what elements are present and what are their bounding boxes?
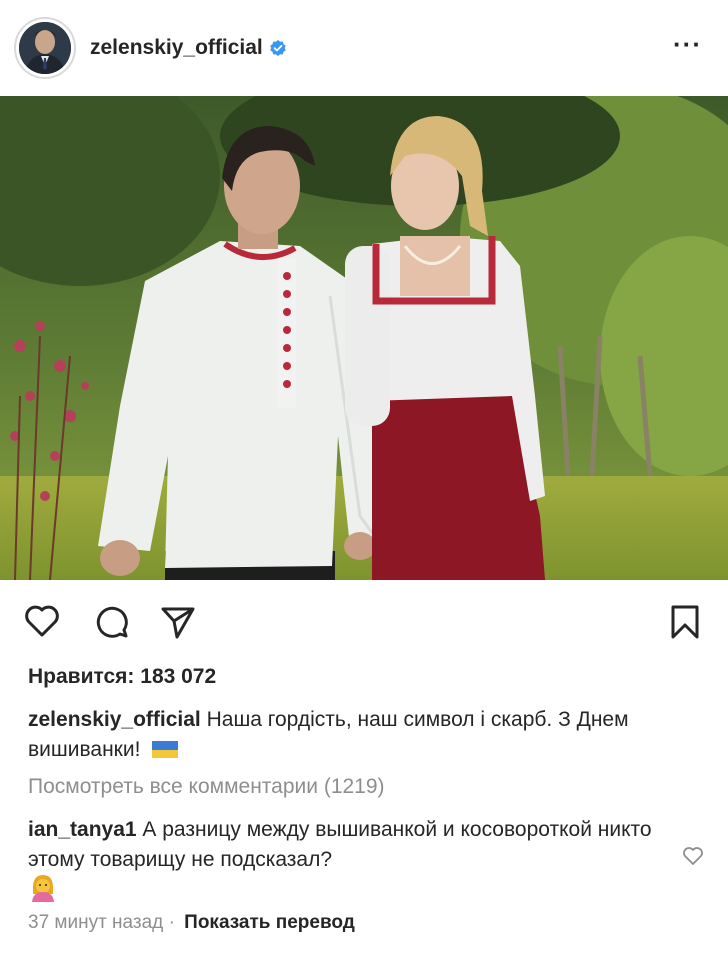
separator: · — [168, 912, 175, 933]
show-translation-link[interactable]: Показать перевод — [184, 912, 355, 933]
comment-button[interactable] — [94, 604, 130, 645]
avatar-ring[interactable] — [14, 17, 76, 79]
comment-meta: 37 минут назад · Показать перевод — [28, 912, 355, 934]
username[interactable]: zelenskiy_official — [90, 36, 263, 60]
like-button[interactable] — [24, 604, 60, 643]
bookmark-icon — [671, 605, 699, 639]
timestamp: 37 минут назад — [28, 912, 164, 933]
comment-username[interactable]: ian_tanya1 — [28, 818, 137, 841]
avatar[interactable] — [19, 22, 71, 74]
post-photo[interactable] — [0, 96, 728, 580]
view-all-comments-link[interactable]: Посмотреть все комментарии (1219) — [28, 775, 385, 799]
woman-tipping-hand-emoji-icon — [28, 872, 58, 902]
action-bar — [0, 596, 728, 656]
more-options-icon[interactable]: ··· — [673, 31, 702, 57]
ukraine-flag-icon — [152, 741, 179, 758]
comment: ian_tanya1 А разницу между вышиванкой и … — [28, 815, 668, 875]
heart-outline-icon — [25, 605, 59, 637]
post-header: zelenskiy_official ··· — [0, 0, 728, 96]
comment-like-heart-icon[interactable] — [682, 846, 704, 871]
save-button[interactable] — [670, 604, 700, 645]
speech-bubble-icon — [96, 606, 128, 638]
caption: zelenskiy_official Наша гордість, наш си… — [28, 705, 698, 765]
caption-username[interactable]: zelenskiy_official — [28, 708, 201, 731]
verified-badge-icon — [269, 39, 287, 57]
paper-plane-icon — [161, 607, 195, 639]
share-button[interactable] — [160, 604, 196, 645]
likes-count[interactable]: Нравится: 183 072 — [28, 665, 216, 689]
